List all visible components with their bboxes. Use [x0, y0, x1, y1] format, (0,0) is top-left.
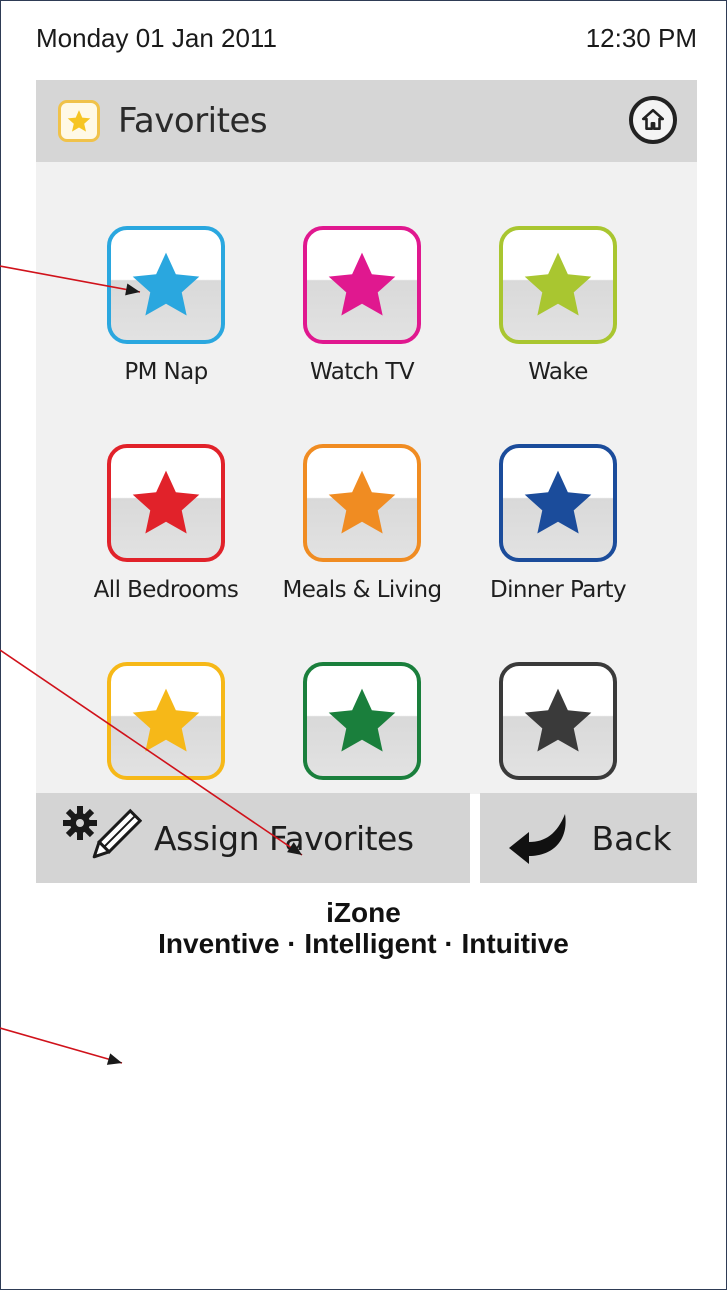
favorite-item[interactable]: PM Nap [66, 226, 266, 389]
favorite-label: PM Nap [124, 359, 208, 385]
favorite-tile[interactable] [107, 226, 225, 344]
home-icon [641, 108, 665, 130]
brand-name: iZone [326, 897, 401, 928]
favorite-tile[interactable] [499, 662, 617, 780]
gear-pencil-icon [63, 806, 142, 859]
assign-favorites-label: Assign Favorites [154, 818, 414, 858]
favorite-tile[interactable] [303, 226, 421, 344]
star-icon [58, 100, 100, 142]
favorite-item[interactable]: Wake [458, 226, 658, 389]
back-arrow-icon [509, 814, 567, 864]
star-icon [328, 688, 396, 752]
home-button[interactable] [629, 96, 677, 144]
brand-block: iZone Inventive · Intelligent · Intuitiv… [0, 898, 727, 960]
back-button[interactable]: Back [480, 793, 697, 883]
star-icon [328, 470, 396, 534]
star-icon [132, 252, 200, 316]
favorite-label: Watch TV [310, 359, 415, 385]
favorite-tile[interactable] [303, 662, 421, 780]
star-icon [524, 252, 592, 316]
favorite-tile[interactable] [303, 444, 421, 562]
favorite-label: All Bedrooms [93, 577, 239, 603]
favorite-tile[interactable] [107, 662, 225, 780]
favorite-label: Meals & Living [282, 577, 442, 603]
favorite-label: Dinner Party [490, 577, 627, 603]
assign-favorites-button[interactable]: Assign Favorites [36, 793, 470, 883]
title-bar: Favorites [36, 80, 697, 162]
page-title: Favorites [118, 101, 268, 141]
star-icon [524, 688, 592, 752]
favorite-item[interactable]: Dinner Party [458, 444, 658, 607]
favorite-tile[interactable] [499, 444, 617, 562]
favorites-grid: PM Nap Watch TV Wake All Bedrooms Meals & Li… [36, 162, 697, 854]
star-icon [132, 470, 200, 534]
brand-tagline: Inventive · Intelligent · Intuitive [158, 928, 569, 959]
favorite-tile[interactable] [107, 444, 225, 562]
favorite-item[interactable]: Meals & Living [262, 444, 462, 607]
status-bar: Monday 01 Jan 2011 12:30 PM [36, 18, 697, 58]
star-icon [524, 470, 592, 534]
status-time: 12:30 PM [585, 22, 697, 53]
favorite-item[interactable]: Watch TV [262, 226, 462, 389]
favorite-tile[interactable] [499, 226, 617, 344]
favorite-label: Wake [528, 359, 588, 385]
star-icon [132, 688, 200, 752]
star-icon [328, 252, 396, 316]
favorite-item[interactable]: All Bedrooms [66, 444, 266, 607]
back-label: Back [591, 818, 672, 858]
bottom-bar: Assign Favorites Back [36, 793, 697, 883]
status-date: Monday 01 Jan 2011 [36, 22, 277, 53]
